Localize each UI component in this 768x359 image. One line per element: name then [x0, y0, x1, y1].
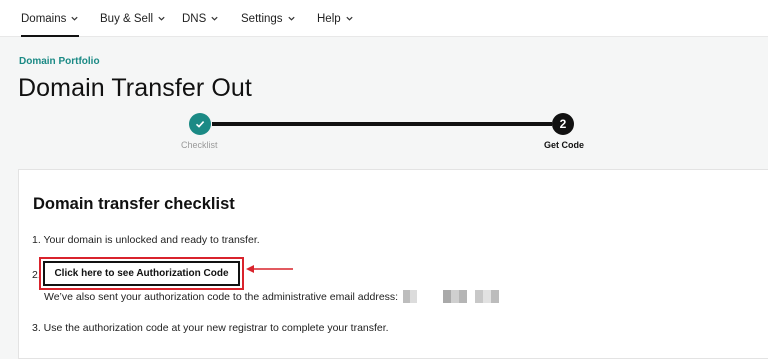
step-2-current: 2: [552, 113, 574, 135]
step-2-label: Get Code: [544, 140, 585, 150]
nav-item-settings[interactable]: Settings: [241, 0, 296, 37]
redacted-email-icon: [403, 290, 499, 303]
page-title: Domain Transfer Out: [18, 74, 252, 102]
chevron-down-icon: [345, 14, 354, 23]
annotation-arrow-icon: [246, 265, 293, 273]
nav-item-label: DNS: [182, 12, 207, 25]
breadcrumb-domain-portfolio[interactable]: Domain Portfolio: [19, 56, 100, 67]
check-icon: [195, 121, 205, 128]
checklist-title: Domain transfer checklist: [33, 195, 235, 213]
chevron-down-icon: [287, 14, 296, 23]
stepper-progress-line: [212, 122, 552, 126]
nav-item-dns[interactable]: DNS: [182, 0, 219, 37]
nav-item-buy-sell[interactable]: Buy & Sell: [100, 0, 166, 37]
checklist-item-1: 1. Your domain is unlocked and ready to …: [32, 234, 260, 246]
checklist-card: Domain transfer checklist 1. Your domain…: [18, 169, 768, 359]
chevron-down-icon: [157, 14, 166, 23]
chevron-down-icon: [70, 14, 79, 23]
step-1-label: Checklist: [181, 140, 218, 150]
nav-item-label: Domains: [21, 12, 67, 25]
chevron-down-icon: [210, 14, 219, 23]
nav-item-label: Help: [317, 12, 341, 25]
show-authorization-code-button[interactable]: Click here to see Authorization Code: [43, 261, 240, 286]
nav-item-help[interactable]: Help: [317, 0, 354, 37]
email-sent-note: We’ve also sent your authorization code …: [44, 291, 399, 303]
nav-item-label: Settings: [241, 12, 283, 25]
nav-item-domains[interactable]: Domains: [21, 0, 80, 37]
step-1-complete: [189, 113, 211, 135]
checklist-item-3: 3. Use the authorization code at your ne…: [32, 322, 389, 334]
top-navigation: Domains Buy & Sell DNS Settings Help: [0, 0, 768, 37]
nav-item-label: Buy & Sell: [100, 12, 154, 25]
